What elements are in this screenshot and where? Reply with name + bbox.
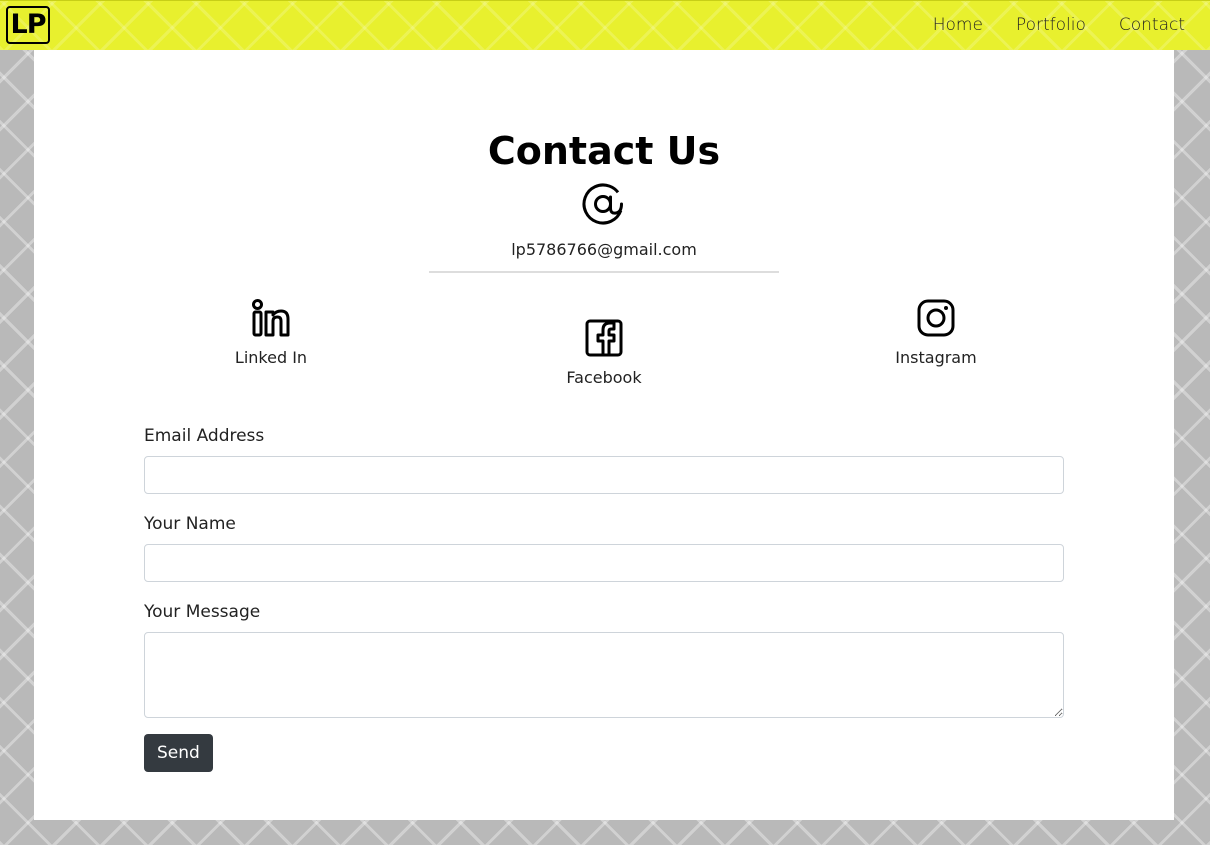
page-title: Contact Us: [487, 129, 721, 173]
instagram-icon: [917, 299, 955, 337]
nav-link-home[interactable]: Home: [933, 15, 983, 35]
at-sign-icon: [582, 183, 624, 225]
logo[interactable]: LP: [6, 6, 50, 44]
navbar: LP Home Portfolio Contact: [0, 0, 1210, 50]
your-name-input[interactable]: [144, 544, 1064, 582]
your-name-label: Your Name: [144, 514, 236, 534]
nav-link-contact[interactable]: Contact: [1119, 15, 1185, 35]
facebook-label: Facebook: [566, 368, 642, 387]
email-address-label: Email Address: [144, 426, 265, 446]
send-button[interactable]: Send: [144, 734, 213, 772]
instagram-link[interactable]: Instagram: [856, 298, 1016, 367]
instagram-label: Instagram: [895, 348, 977, 367]
your-message-label: Your Message: [144, 602, 261, 622]
facebook-link[interactable]: Facebook: [524, 318, 684, 387]
your-message-textarea[interactable]: [144, 632, 1064, 718]
nav-links: Home Portfolio Contact: [933, 15, 1185, 35]
linkedin-icon: [252, 299, 290, 337]
contact-card: Contact Us lp5786766@gmail.com Linked In…: [34, 50, 1174, 820]
facebook-icon: [585, 319, 623, 357]
contact-form: Email Address Your Name Your Message Sen…: [144, 426, 1064, 772]
contact-email[interactable]: lp5786766@gmail.com: [34, 240, 1174, 259]
linkedin-link[interactable]: Linked In: [191, 298, 351, 367]
linkedin-label: Linked In: [234, 348, 308, 367]
email-address-input[interactable]: [144, 456, 1064, 494]
nav-link-portfolio[interactable]: Portfolio: [1016, 15, 1086, 35]
divider: [429, 271, 779, 273]
